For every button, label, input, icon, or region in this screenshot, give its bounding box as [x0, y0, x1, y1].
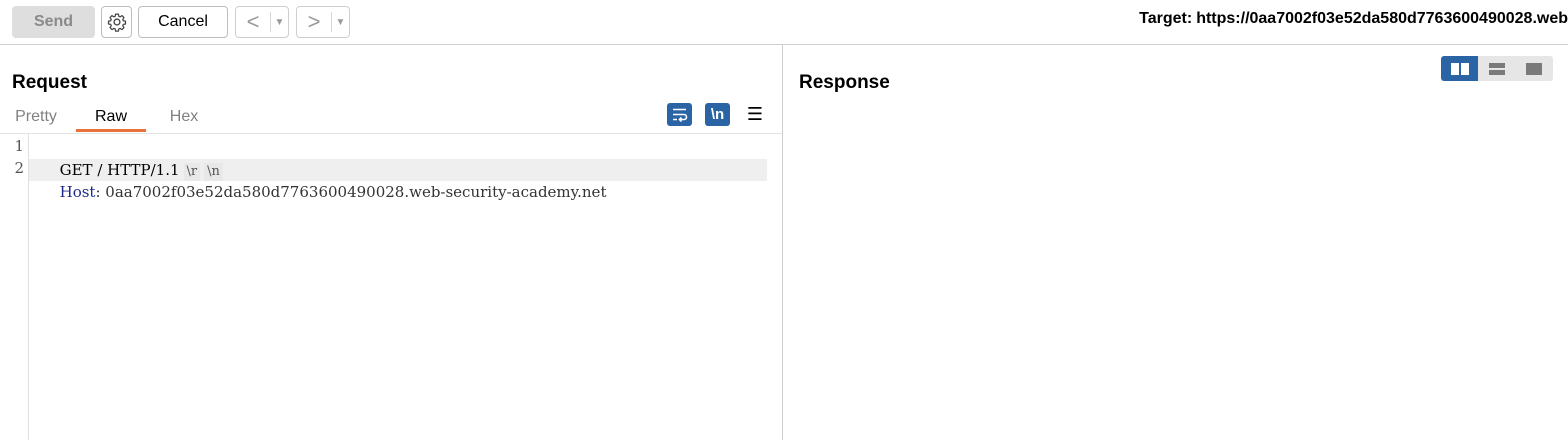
chevron-right-icon: >: [307, 9, 321, 34]
header-name: Host: [59, 183, 96, 201]
rows-icon: [1488, 62, 1505, 75]
layout-toggle-group: [1441, 56, 1553, 81]
word-wrap-icon: [673, 108, 688, 123]
word-wrap-toggle[interactable]: [667, 103, 692, 126]
line-number: 1: [14, 137, 24, 155]
columns-icon: [1450, 62, 1469, 75]
code-line[interactable]: Host: 0aa7002f03e52da580d7763600490028.w…: [31, 159, 607, 201]
request-editor[interactable]: 1 2 GET / HTTP/1.1 \r \n Host: 0aa7002f03e…: [0, 134, 782, 440]
history-back-button[interactable]: < ▼: [235, 6, 289, 38]
target-display[interactable]: Target: https://0aa7002f03e52da580d776360…: [1139, 10, 1568, 28]
response-title: Response: [799, 72, 890, 93]
response-panel: Response: [783, 45, 1568, 440]
request-title: Request: [12, 72, 87, 93]
cancel-button[interactable]: Cancel: [138, 6, 228, 38]
show-newlines-toggle[interactable]: \n: [705, 103, 730, 126]
request-tabs: Pretty Raw Hex: [4, 105, 218, 133]
line-number: 2: [14, 159, 24, 177]
tab-pretty[interactable]: Pretty: [4, 105, 68, 131]
history-forward-button[interactable]: > ▼: [296, 6, 350, 38]
gear-icon: [107, 13, 126, 32]
chevron-down-icon[interactable]: ▼: [332, 17, 349, 28]
chevron-down-icon[interactable]: ▼: [271, 17, 288, 28]
chevron-left-icon: <: [246, 9, 260, 34]
tab-hex[interactable]: Hex: [150, 105, 218, 131]
layout-side-by-side-button[interactable]: [1441, 56, 1479, 81]
send-button[interactable]: Send: [12, 6, 95, 38]
layout-stacked-button[interactable]: [1478, 56, 1516, 81]
target-url: https://0aa7002f03e52da580d7763600490028…: [1196, 10, 1568, 27]
single-pane-icon: [1526, 62, 1543, 75]
hamburger-menu-icon[interactable]: ☰: [745, 103, 765, 126]
layout-single-button[interactable]: [1515, 56, 1553, 81]
tab-raw[interactable]: Raw: [76, 105, 146, 132]
target-label: Target:: [1139, 10, 1193, 27]
toolbar: Send Cancel < ▼ > ▼ Target: https://0aa70…: [0, 0, 1568, 45]
settings-button[interactable]: [101, 6, 132, 38]
line-number-gutter: 1 2: [0, 134, 29, 440]
header-value: 0aa7002f03e52da580d7763600490028.web-sec…: [100, 183, 607, 201]
request-panel: Request Pretty Raw Hex \n ☰ 1 2 GET / HT…: [0, 45, 783, 440]
code-line[interactable]: GET / HTTP/1.1 \r \n: [31, 137, 223, 181]
